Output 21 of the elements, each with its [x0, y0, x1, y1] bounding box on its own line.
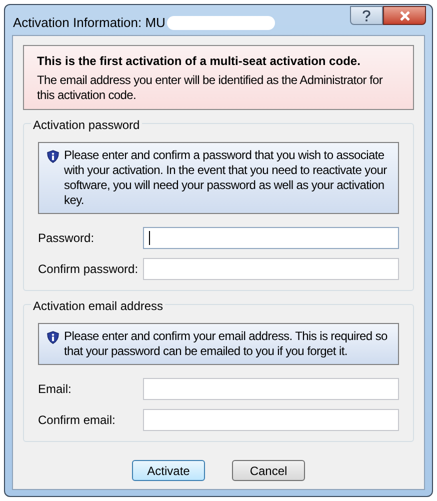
shield-info-icon [47, 150, 59, 163]
notice-text: The email address you enter will be identified as the Administrator for this activation code. [37, 73, 384, 103]
field-label: Confirm password: [38, 261, 140, 278]
info-text: Please enter and confirm your email address. This is required so that your password can be emailed to you if you forget it. [64, 329, 388, 359]
input-field[interactable] [143, 227, 399, 249]
field-label: Confirm email: [38, 412, 116, 429]
shield-info-icon [47, 331, 59, 344]
field-label: Password: [38, 230, 96, 247]
close-icon [398, 10, 410, 20]
info-text: Please enter and confirm a password that you wish to associate with your activation. In the event that you need to reactivate your software, you will need your password as well as your activation key. [64, 148, 388, 208]
dialog-button[interactable]: Cancel [232, 460, 305, 481]
help-button[interactable] [350, 6, 383, 25]
question-mark-icon [362, 10, 371, 22]
input-field[interactable] [143, 258, 399, 280]
notice-heading: This is the first activation of a multi-seat activation code. [37, 53, 362, 70]
close-button[interactable] [383, 6, 426, 25]
dialog-button[interactable]: Activate [132, 460, 205, 481]
input-field[interactable] [143, 378, 399, 400]
input-field[interactable] [143, 409, 399, 431]
field-label: Email: [38, 381, 72, 398]
window-title: Activation Information: MU [13, 14, 166, 32]
